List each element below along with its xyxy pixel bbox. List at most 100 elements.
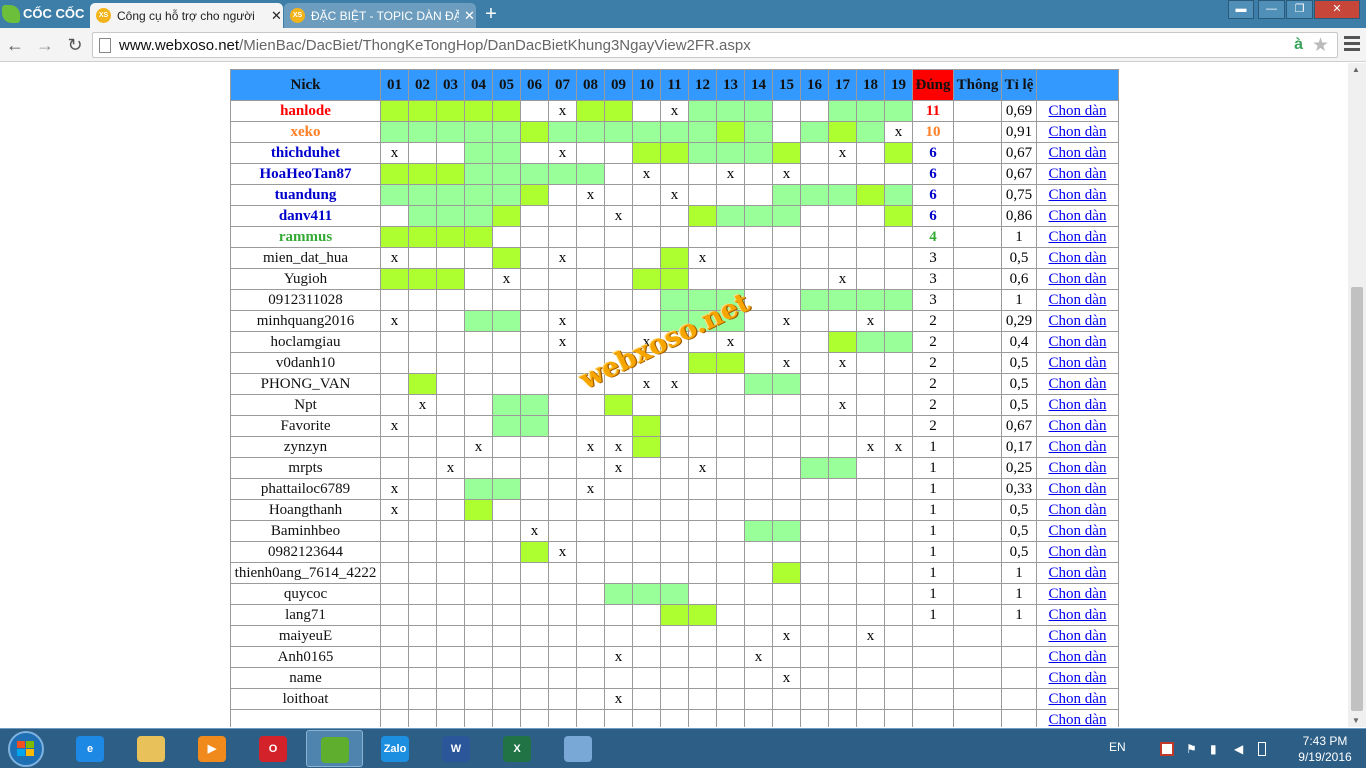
tab-cong-cu[interactable]: XS Công cụ hỗ trợ cho người ✕ <box>90 3 283 28</box>
address-bar[interactable]: www.webxoso.net/MienBac/DacBiet/ThongKeT… <box>92 32 1338 58</box>
new-tab-button[interactable]: + <box>480 3 502 25</box>
day-cell <box>884 142 913 164</box>
user-icon[interactable]: ▬ <box>1228 0 1254 19</box>
back-button[interactable]: ← <box>4 34 26 56</box>
chon-dan-link[interactable]: Chon dàn <box>1049 376 1107 392</box>
tab-title: ĐẶC BIỆT - TOPIC DÀN ĐẶ <box>311 8 459 23</box>
chon-dan-link[interactable]: Chon dàn <box>1049 103 1107 119</box>
thong-cell <box>953 667 1002 689</box>
nick-cell: mrpts <box>230 457 381 479</box>
scroll-thumb[interactable] <box>1351 287 1363 711</box>
chon-dan-link[interactable]: Chon dàn <box>1049 124 1107 140</box>
chon-dan-link[interactable]: Chon dàn <box>1049 397 1107 413</box>
url-path: /MienBac/DacBiet/ThongKeTongHop/DanDacBi… <box>239 37 751 54</box>
flag-icon[interactable]: ⚑ <box>1186 742 1200 756</box>
close-window-button[interactable]: ✕ <box>1314 0 1360 19</box>
chon-dan-link[interactable]: Chon dàn <box>1049 292 1107 308</box>
chon-dan-link[interactable]: Chon dàn <box>1049 313 1107 329</box>
day-cell <box>632 457 661 479</box>
chon-dan-link[interactable]: Chon dàn <box>1049 565 1107 581</box>
day-cell <box>576 247 605 269</box>
day-cell <box>884 457 913 479</box>
taskbar-coccoc[interactable] <box>306 730 363 767</box>
tile-cell: 0,17 <box>1001 436 1037 458</box>
day-cell <box>632 394 661 416</box>
taskbar-paint[interactable] <box>550 730 607 767</box>
taskbar-media-player[interactable]: ▶ <box>184 730 241 767</box>
vertical-scrollbar[interactable]: ▲ ▼ <box>1348 63 1366 727</box>
forward-button[interactable]: → <box>34 34 56 56</box>
battery-icon[interactable] <box>1258 742 1266 756</box>
chon-dan-link[interactable]: Chon dàn <box>1049 502 1107 518</box>
dung-cell: 1 <box>912 436 954 458</box>
day-cell: x <box>604 436 633 458</box>
coccoc-logo[interactable]: CỐC CỐC <box>2 3 88 25</box>
chon-dan-link[interactable]: Chon dàn <box>1049 334 1107 350</box>
day-cell <box>772 289 801 311</box>
day-cell <box>716 541 745 563</box>
taskbar-zalo[interactable]: Zalo <box>367 730 424 767</box>
day-cell <box>744 310 773 332</box>
coccoc-download-icon[interactable]: à <box>1294 36 1303 54</box>
clock[interactable]: 7:43 PM 9/19/2016 <box>1285 733 1365 765</box>
chon-dan-link[interactable]: Chon dàn <box>1049 187 1107 203</box>
close-icon[interactable]: ✕ <box>463 8 476 24</box>
day-cell <box>436 625 465 647</box>
minimize-button[interactable]: — <box>1258 0 1285 19</box>
day-cell <box>660 688 689 710</box>
maximize-button[interactable]: ❐ <box>1286 0 1313 19</box>
day-cell <box>464 541 493 563</box>
word-icon: W <box>442 736 470 762</box>
table-row: PHONG_VAN x x 2 0,5 Chon dàn <box>230 373 1119 395</box>
taskbar-file-explorer[interactable] <box>123 730 180 767</box>
taskbar-excel[interactable]: X <box>489 730 546 767</box>
chon-dan-link[interactable]: Chon dàn <box>1049 649 1107 665</box>
close-icon[interactable]: ✕ <box>270 8 283 24</box>
day-cell <box>408 310 437 332</box>
media-player-icon: ▶ <box>198 736 226 762</box>
chon-dan-link[interactable]: Chon dàn <box>1049 229 1107 245</box>
chon-dan-link[interactable]: Chon dàn <box>1049 355 1107 371</box>
bookmark-star-icon[interactable]: ★ <box>1312 34 1329 57</box>
chon-dan-link[interactable]: Chon dàn <box>1049 544 1107 560</box>
chon-dan-link[interactable]: Chon dàn <box>1049 271 1107 287</box>
volume-icon[interactable]: ◀ <box>1234 742 1248 756</box>
reload-button[interactable]: ↻ <box>64 34 86 56</box>
day-cell <box>380 688 409 710</box>
menu-icon[interactable] <box>1344 36 1360 54</box>
tile-cell: 0,5 <box>1001 499 1037 521</box>
chon-dan-link[interactable]: Chon dàn <box>1049 208 1107 224</box>
chon-dan-link[interactable]: Chon dàn <box>1049 166 1107 182</box>
chon-dan-link[interactable]: Chon dàn <box>1049 628 1107 644</box>
scroll-down-icon[interactable]: ▼ <box>1352 716 1360 725</box>
day-cell <box>408 436 437 458</box>
chon-dan-link[interactable]: Chon dàn <box>1049 418 1107 434</box>
chon-dan-link[interactable]: Chon dàn <box>1049 712 1107 728</box>
chon-dan-link[interactable]: Chon dàn <box>1049 523 1107 539</box>
signal-icon[interactable]: ▮ <box>1210 742 1224 756</box>
day-cell <box>856 142 885 164</box>
day-cell <box>800 373 829 395</box>
chon-dan-link[interactable]: Chon dàn <box>1049 145 1107 161</box>
url-text[interactable]: www.webxoso.net/MienBac/DacBiet/ThongKeT… <box>119 37 751 54</box>
start-button[interactable] <box>4 731 48 767</box>
chon-dan-link[interactable]: Chon dàn <box>1049 460 1107 476</box>
taskbar-internet-explorer[interactable]: e <box>62 730 119 767</box>
taskbar-word[interactable]: W <box>428 730 485 767</box>
chon-dan-link[interactable]: Chon dàn <box>1049 586 1107 602</box>
v-antivirus-icon[interactable] <box>1160 742 1174 756</box>
chon-dan-link[interactable]: Chon dàn <box>1049 607 1107 623</box>
chon-dan-link[interactable]: Chon dàn <box>1049 439 1107 455</box>
taskbar-opera[interactable]: O <box>245 730 302 767</box>
language-indicator[interactable]: EN <box>1109 740 1126 754</box>
chon-dan-link[interactable]: Chon dàn <box>1049 250 1107 266</box>
day-cell <box>660 121 689 143</box>
scroll-up-icon[interactable]: ▲ <box>1352 65 1360 74</box>
tab-dac-biet[interactable]: XS ĐẶC BIỆT - TOPIC DÀN ĐẶ ✕ <box>284 3 476 28</box>
chon-dan-link[interactable]: Chon dàn <box>1049 481 1107 497</box>
tile-cell: 0,5 <box>1001 394 1037 416</box>
day-cell: x <box>828 268 857 290</box>
day-cell <box>716 604 745 626</box>
chon-dan-link[interactable]: Chon dàn <box>1049 691 1107 707</box>
chon-dan-link[interactable]: Chon dàn <box>1049 670 1107 686</box>
